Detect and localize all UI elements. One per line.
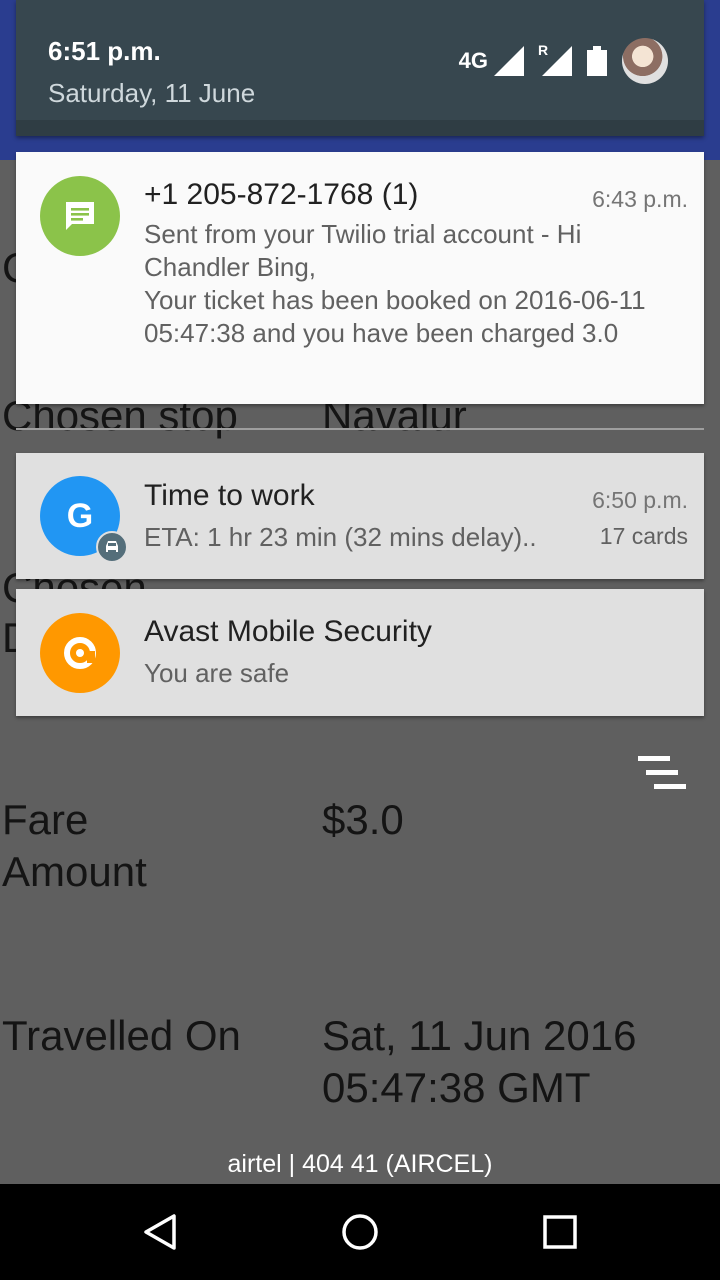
car-icon (96, 531, 128, 563)
notification-body: ETA: 1 hr 23 min (32 mins delay).. (144, 522, 537, 552)
clock: 6:51 p.m. (48, 36, 161, 66)
google-letter: G (66, 496, 94, 535)
navigation-bar (0, 1184, 720, 1280)
roaming-label: R (538, 42, 549, 58)
travelled-on-label: Travelled On (2, 1012, 241, 1059)
fare-amount-value: $3.0 (322, 796, 404, 843)
signal-icon (494, 46, 524, 76)
notification-sms[interactable]: +1 205-872-1768 (1) 6:43 p.m. Sent from … (16, 152, 704, 404)
status-icons: 4G R (459, 38, 668, 84)
notification-title: Avast Mobile Security (144, 615, 432, 648)
message-icon (40, 176, 120, 256)
clear-all-icon[interactable] (636, 756, 686, 790)
notification-time: 6:50 p.m. (592, 487, 688, 513)
back-button[interactable] (136, 1208, 184, 1256)
notification-title: +1 205-872-1768 (1) (144, 178, 419, 211)
date: Saturday, 11 June (48, 78, 256, 108)
home-icon (342, 1214, 378, 1250)
fare-amount-label: Fare Amount (2, 796, 147, 895)
travelled-on-value: Sat, 11 Jun 2016 05:47:38 GMT (322, 1012, 637, 1111)
notification-body: You are safe (144, 658, 290, 688)
notification-title: Time to work (144, 479, 315, 512)
notification-avast[interactable]: Avast Mobile Security You are safe (16, 589, 704, 716)
carrier-label: airtel | 404 41 (AIRCEL) (227, 1150, 493, 1178)
notification-google-now[interactable]: G Time to work 6:50 p.m. ETA: 1 hr 23 mi… (16, 453, 704, 579)
roaming-signal-icon: R (538, 42, 572, 76)
user-avatar[interactable] (622, 38, 668, 84)
notification-body: Sent from your Twilio trial account - Hi… (144, 219, 646, 348)
recents-button[interactable] (536, 1208, 584, 1256)
notification-shade-header: 6:51 p.m. Saturday, 11 June 4G R (16, 0, 704, 136)
home-button[interactable] (336, 1208, 384, 1256)
battery-icon (587, 46, 607, 76)
avast-icon (40, 613, 120, 693)
shade-header-edge (16, 120, 704, 136)
divider (16, 428, 704, 430)
notification-card-count: 17 cards (599, 523, 688, 549)
notification-time: 6:43 p.m. (592, 186, 688, 212)
recents-icon (543, 1215, 577, 1249)
back-icon (144, 1214, 176, 1250)
network-type: 4G (458, 48, 488, 73)
